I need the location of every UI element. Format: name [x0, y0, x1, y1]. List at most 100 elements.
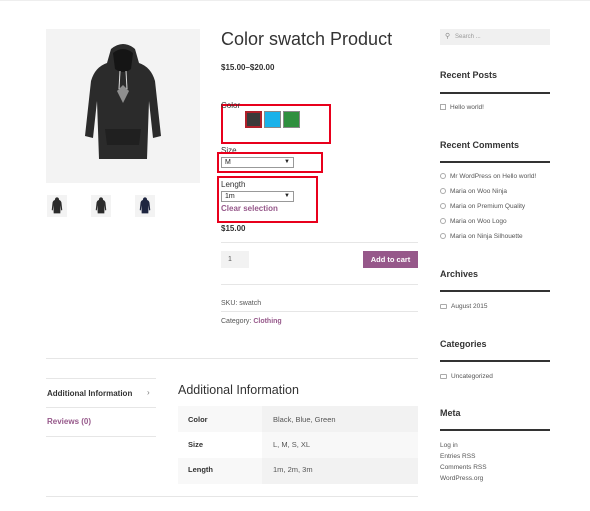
divider	[221, 242, 418, 243]
archives-title: Archives	[440, 269, 479, 279]
recent-post-link: Hello world!	[450, 104, 484, 111]
thumbnail-2[interactable]	[91, 195, 111, 217]
comment-post-link[interactable]: Ninja Silhouette	[477, 233, 523, 240]
product-title: Color swatch Product	[221, 29, 393, 49]
attribute-value: L, M, S, XL	[273, 440, 311, 449]
length-label: Length	[221, 180, 246, 189]
thumbnail-3[interactable]	[135, 195, 155, 217]
swatch-green[interactable]	[283, 111, 300, 128]
tab-divider	[46, 407, 156, 408]
chevron-right-icon: ›	[147, 388, 150, 397]
quantity-input[interactable]: 1	[221, 251, 249, 268]
sku-line: SKU: swatch	[221, 300, 261, 307]
color-label: Color	[221, 101, 241, 110]
hoodie-navy-thumb-icon	[139, 197, 151, 214]
comment-author[interactable]: Maria	[450, 188, 466, 195]
recent-posts-title: Recent Posts	[440, 70, 498, 80]
recent-comment-item[interactable]: Maria on Ninja Silhouette	[440, 233, 523, 240]
meta-title: Meta	[440, 408, 461, 418]
sku-value: swatch	[239, 300, 262, 307]
size-select-value: M	[225, 159, 231, 166]
sku-label: SKU:	[221, 300, 238, 307]
recent-comments-title: Recent Comments	[440, 140, 520, 150]
comment-on: on	[468, 233, 476, 240]
search-placeholder: Search ...	[455, 34, 481, 40]
top-divider	[0, 0, 590, 1]
recent-comment-item[interactable]: Maria on Premium Quality	[440, 203, 525, 210]
attribute-name: Size	[188, 440, 204, 449]
size-select[interactable]: M ▼	[221, 157, 294, 168]
clear-selection-link[interactable]: Clear selection	[221, 204, 278, 213]
tab-panel-title: Additional Information	[178, 383, 299, 397]
comment-author[interactable]: Maria	[450, 203, 466, 210]
divider	[221, 311, 418, 312]
attribute-name: Length	[188, 465, 213, 474]
category-label: Category:	[221, 318, 252, 325]
tab-divider	[46, 436, 156, 437]
divider	[221, 284, 418, 285]
comment-icon	[440, 233, 446, 239]
recent-post-item[interactable]: Hello world!	[440, 104, 484, 111]
comment-icon	[440, 173, 446, 179]
folder-icon	[440, 304, 447, 309]
length-select-value: 1m	[225, 193, 235, 200]
archive-item[interactable]: August 2015	[440, 303, 488, 310]
attribute-name: Color	[188, 415, 208, 424]
section-divider	[46, 358, 418, 359]
comment-icon	[440, 203, 446, 209]
bottom-divider	[46, 496, 418, 497]
meta-login-link[interactable]: Log in	[440, 442, 458, 449]
comment-author[interactable]: Maria	[450, 218, 466, 225]
meta-comments-rss-link[interactable]: Comments RSS	[440, 464, 487, 471]
hoodie-icon	[85, 44, 161, 159]
comment-post-link[interactable]: Hello world!	[502, 173, 536, 180]
tab-additional-information[interactable]: Additional Information	[47, 389, 132, 398]
hoodie-thumb-icon	[95, 197, 107, 214]
widget-underline	[440, 429, 550, 431]
comment-icon	[440, 188, 446, 194]
hoodie-thumb-icon	[51, 197, 63, 214]
widget-underline	[440, 161, 550, 163]
comment-on: on	[493, 173, 501, 180]
selected-price: $15.00	[221, 224, 246, 233]
widget-underline	[440, 290, 550, 292]
category-line: Category: Clothing	[221, 318, 282, 325]
attribute-value: 1m, 2m, 3m	[273, 465, 313, 474]
comment-post-link[interactable]: Woo Ninja	[477, 188, 507, 195]
archive-link[interactable]: August 2015	[451, 303, 488, 310]
search-icon: ⚲	[445, 33, 451, 40]
attribute-value: Black, Blue, Green	[273, 415, 336, 424]
comment-on: on	[468, 218, 476, 225]
meta-entries-rss-link[interactable]: Entries RSS	[440, 453, 475, 460]
recent-comment-item[interactable]: Maria on Woo Ninja	[440, 188, 507, 195]
swatch-blue[interactable]	[264, 111, 281, 128]
tab-reviews[interactable]: Reviews (0)	[47, 417, 91, 426]
recent-comment-item[interactable]: Mr WordPress on Hello world!	[440, 173, 536, 180]
length-select[interactable]: 1m ▼	[221, 191, 294, 202]
comment-post-link[interactable]: Premium Quality	[477, 203, 525, 210]
recent-comment-item[interactable]: Maria on Woo Logo	[440, 218, 507, 225]
comment-author[interactable]: Maria	[450, 233, 466, 240]
document-icon	[440, 104, 446, 110]
category-link[interactable]: Clothing	[253, 318, 281, 325]
add-to-cart-button[interactable]: Add to cart	[363, 251, 418, 268]
comment-on: on	[468, 188, 476, 195]
category-link[interactable]: Uncategorized	[451, 373, 493, 380]
search-input[interactable]: ⚲ Search ...	[440, 29, 550, 45]
widget-underline	[440, 360, 550, 362]
dropdown-arrow-icon: ▼	[284, 193, 290, 199]
price-range: $15.00–$20.00	[221, 63, 275, 72]
category-item[interactable]: Uncategorized	[440, 373, 493, 380]
comment-author[interactable]: Mr WordPress	[450, 173, 491, 180]
comment-on: on	[468, 203, 476, 210]
product-image[interactable]	[46, 29, 200, 183]
comment-post-link[interactable]: Woo Logo	[477, 218, 507, 225]
widget-underline	[440, 92, 550, 94]
meta-wordpress-link[interactable]: WordPress.org	[440, 475, 483, 482]
swatch-black[interactable]	[245, 111, 262, 128]
categories-title: Categories	[440, 339, 487, 349]
folder-icon	[440, 374, 447, 379]
tab-divider	[46, 378, 156, 379]
dropdown-arrow-icon: ▼	[284, 159, 290, 165]
thumbnail-1[interactable]	[47, 195, 67, 217]
